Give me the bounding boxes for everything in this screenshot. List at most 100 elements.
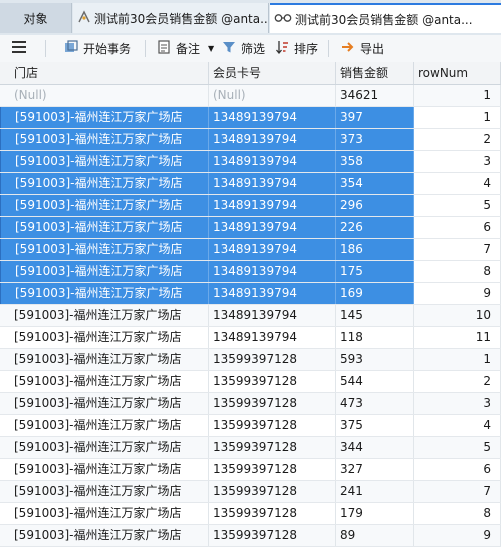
table-row[interactable]: [591003]-福州连江万家广场店 13489139794 226 6 [0, 217, 501, 239]
cell-rownum[interactable]: 4 [414, 415, 501, 436]
cell-card[interactable]: 13599397128 [209, 459, 336, 480]
table-row[interactable]: [591003]-福州连江万家广场店 13489139794 145 10 [0, 305, 501, 327]
cell-card[interactable]: 13489139794 [209, 261, 336, 282]
cell-rownum[interactable]: 3 [414, 393, 501, 414]
note-button[interactable]: 备注 ▼ [156, 35, 214, 62]
cell-card[interactable]: 13599397128 [209, 437, 336, 458]
cell-card[interactable]: 13599397128 [209, 481, 336, 502]
cell-store[interactable]: [591003]-福州连江万家广场店 [0, 261, 209, 282]
cell-amount[interactable]: 175 [336, 261, 414, 282]
cell-card[interactable]: 13489139794 [209, 327, 336, 348]
cell-card[interactable]: 13599397128 [209, 525, 336, 546]
cell-rownum[interactable]: 1 [414, 107, 501, 128]
cell-store[interactable]: [591003]-福州连江万家广场店 [0, 415, 209, 436]
column-header-store[interactable]: 门店 [0, 62, 209, 84]
table-row[interactable]: [591003]-福州连江万家广场店 13489139794 397 1 [0, 107, 501, 129]
tab-query-result[interactable]: 测试前30会员销售金额 @anta... [270, 3, 501, 33]
table-row[interactable]: [591003]-福州连江万家广场店 13599397128 593 1 [0, 349, 501, 371]
cell-store[interactable]: [591003]-福州连江万家广场店 [0, 459, 209, 480]
cell-amount[interactable]: 375 [336, 415, 414, 436]
cell-rownum[interactable]: 8 [414, 261, 501, 282]
cell-rownum[interactable]: 3 [414, 151, 501, 172]
cell-rownum[interactable]: 4 [414, 173, 501, 194]
menu-button[interactable] [12, 35, 26, 62]
table-row[interactable]: [591003]-福州连江万家广场店 13489139794 186 7 [0, 239, 501, 261]
cell-amount[interactable]: 473 [336, 393, 414, 414]
cell-rownum[interactable]: 5 [414, 195, 501, 216]
column-header-rownum[interactable]: rowNum [414, 62, 501, 84]
table-row[interactable]: [591003]-福州连江万家广场店 13489139794 169 9 [0, 283, 501, 305]
dropdown-arrow-icon[interactable]: ▼ [208, 44, 214, 53]
cell-store[interactable]: [591003]-福州连江万家广场店 [0, 151, 209, 172]
tab-query-editor[interactable]: 测试前30会员销售金额 @anta... [73, 3, 269, 33]
cell-card[interactable]: 13599397128 [209, 503, 336, 524]
cell-store[interactable]: [591003]-福州连江万家广场店 [0, 349, 209, 370]
table-row[interactable]: [591003]-福州连江万家广场店 13599397128 89 9 [0, 525, 501, 547]
cell-amount[interactable]: 241 [336, 481, 414, 502]
cell-card[interactable]: 13599397128 [209, 371, 336, 392]
filter-button[interactable]: 筛选 [221, 35, 265, 62]
table-row[interactable]: [591003]-福州连江万家广场店 13489139794 373 2 [0, 129, 501, 151]
cell-card[interactable]: 13489139794 [209, 151, 336, 172]
cell-amount[interactable]: 373 [336, 129, 414, 150]
table-row[interactable]: (Null) (Null) 34621 1 [0, 85, 501, 107]
cell-store[interactable]: [591003]-福州连江万家广场店 [0, 503, 209, 524]
cell-rownum[interactable]: 6 [414, 459, 501, 480]
cell-store[interactable]: [591003]-福州连江万家广场店 [0, 129, 209, 150]
export-button[interactable]: 导出 [340, 35, 384, 62]
cell-amount[interactable]: 296 [336, 195, 414, 216]
cell-rownum[interactable]: 2 [414, 129, 501, 150]
table-row[interactable]: [591003]-福州连江万家广场店 13489139794 296 5 [0, 195, 501, 217]
cell-rownum[interactable]: 9 [414, 525, 501, 546]
cell-amount[interactable]: 34621 [336, 85, 414, 106]
cell-amount[interactable]: 169 [336, 283, 414, 304]
cell-store[interactable]: [591003]-福州连江万家广场店 [0, 107, 209, 128]
cell-store[interactable]: [591003]-福州连江万家广场店 [0, 327, 209, 348]
column-header-amount[interactable]: 销售金额 [336, 62, 414, 84]
table-row[interactable]: [591003]-福州连江万家广场店 13599397128 375 4 [0, 415, 501, 437]
cell-rownum[interactable]: 1 [414, 85, 501, 106]
cell-card[interactable]: 13489139794 [209, 107, 336, 128]
cell-amount[interactable]: 327 [336, 459, 414, 480]
cell-amount[interactable]: 358 [336, 151, 414, 172]
cell-store[interactable]: [591003]-福州连江万家广场店 [0, 371, 209, 392]
cell-amount[interactable]: 397 [336, 107, 414, 128]
table-row[interactable]: [591003]-福州连江万家广场店 13599397128 344 5 [0, 437, 501, 459]
cell-amount[interactable]: 354 [336, 173, 414, 194]
column-header-card[interactable]: 会员卡号 [209, 62, 336, 84]
cell-store[interactable]: [591003]-福州连江万家广场店 [0, 305, 209, 326]
cell-rownum[interactable]: 9 [414, 283, 501, 304]
cell-store[interactable]: [591003]-福州连江万家广场店 [0, 283, 209, 304]
cell-store[interactable]: [591003]-福州连江万家广场店 [0, 481, 209, 502]
table-row[interactable]: [591003]-福州连江万家广场店 13599397128 544 2 [0, 371, 501, 393]
cell-store[interactable]: [591003]-福州连江万家广场店 [0, 437, 209, 458]
cell-rownum[interactable]: 7 [414, 481, 501, 502]
cell-amount[interactable]: 118 [336, 327, 414, 348]
table-row[interactable]: [591003]-福州连江万家广场店 13599397128 473 3 [0, 393, 501, 415]
cell-rownum[interactable]: 7 [414, 239, 501, 260]
cell-store[interactable]: [591003]-福州连江万家广场店 [0, 195, 209, 216]
table-row[interactable]: [591003]-福州连江万家广场店 13599397128 241 7 [0, 481, 501, 503]
cell-rownum[interactable]: 11 [414, 327, 501, 348]
tab-objects[interactable]: 对象 [0, 3, 72, 33]
cell-card[interactable]: 13489139794 [209, 283, 336, 304]
table-row[interactable]: [591003]-福州连江万家广场店 13489139794 118 11 [0, 327, 501, 349]
cell-store[interactable]: [591003]-福州连江万家广场店 [0, 393, 209, 414]
cell-amount[interactable]: 145 [336, 305, 414, 326]
cell-store[interactable]: (Null) [0, 85, 209, 106]
cell-card[interactable]: 13489139794 [209, 239, 336, 260]
cell-amount[interactable]: 226 [336, 217, 414, 238]
cell-amount[interactable]: 179 [336, 503, 414, 524]
cell-card[interactable]: (Null) [209, 85, 336, 106]
cell-amount[interactable]: 89 [336, 525, 414, 546]
cell-rownum[interactable]: 5 [414, 437, 501, 458]
table-row[interactable]: [591003]-福州连江万家广场店 13489139794 175 8 [0, 261, 501, 283]
cell-card[interactable]: 13489139794 [209, 195, 336, 216]
cell-rownum[interactable]: 6 [414, 217, 501, 238]
begin-transaction-button[interactable]: 开始事务 [63, 35, 131, 62]
cell-rownum[interactable]: 8 [414, 503, 501, 524]
cell-card[interactable]: 13489139794 [209, 217, 336, 238]
cell-store[interactable]: [591003]-福州连江万家广场店 [0, 217, 209, 238]
cell-rownum[interactable]: 10 [414, 305, 501, 326]
cell-card[interactable]: 13599397128 [209, 393, 336, 414]
